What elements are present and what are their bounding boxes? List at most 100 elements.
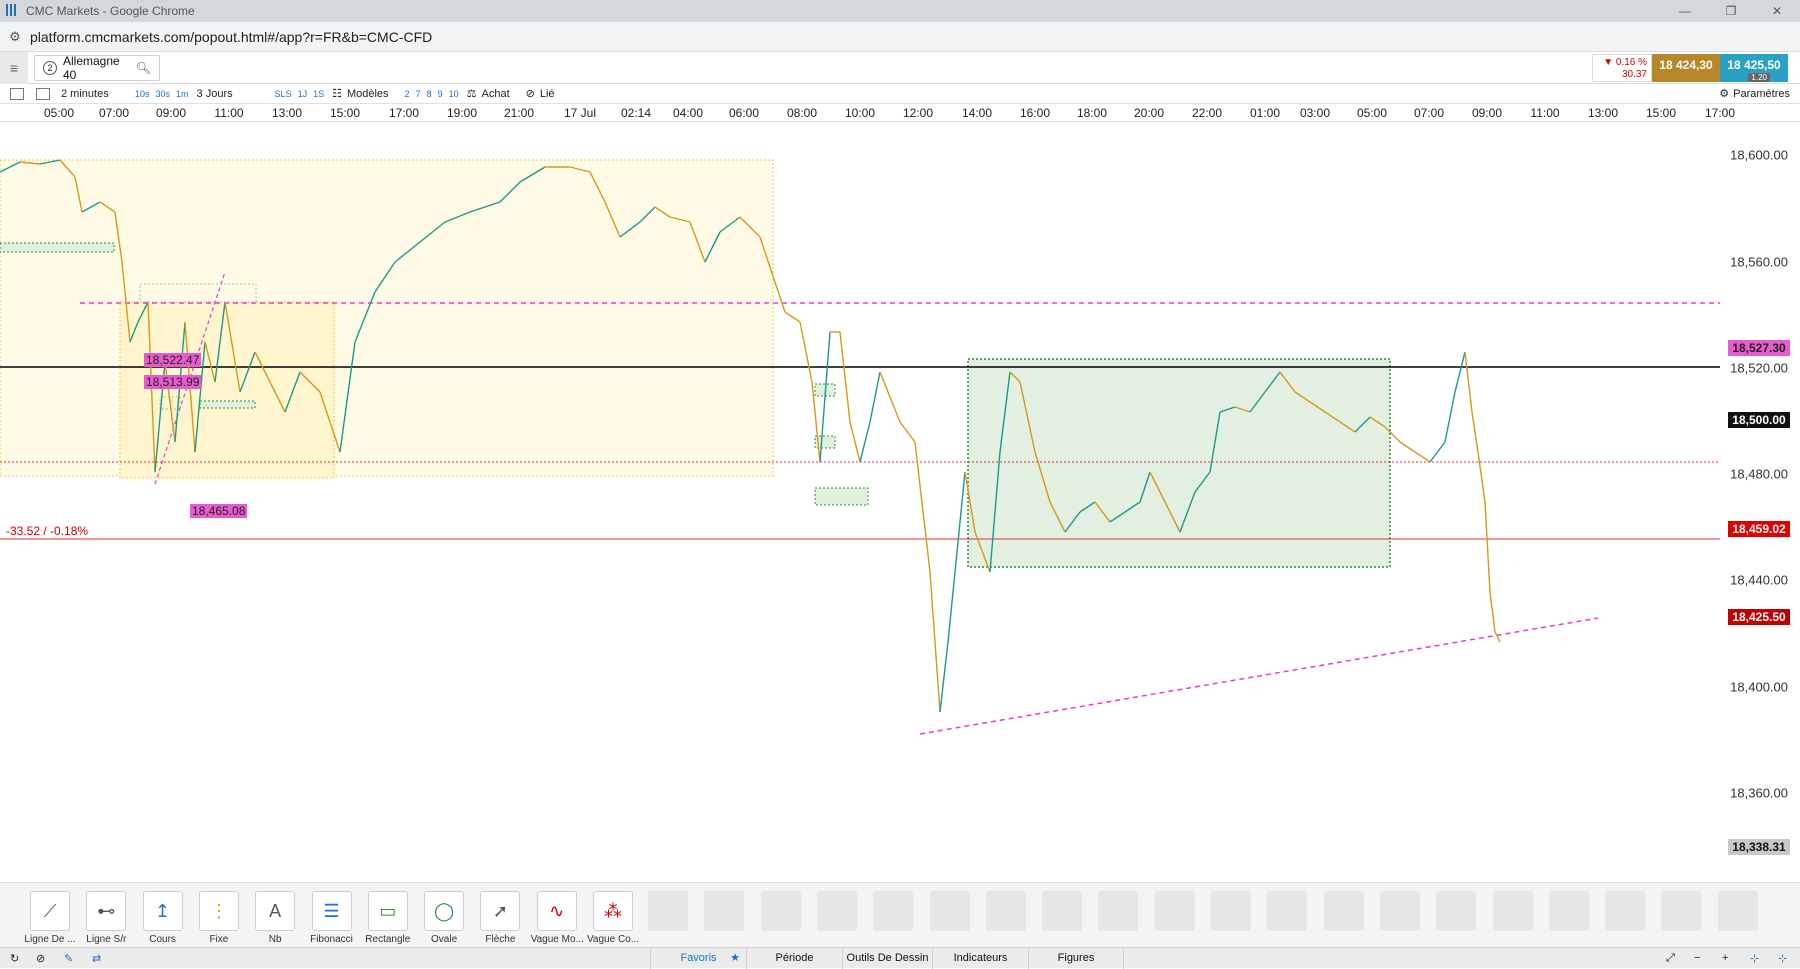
empty-tool-slot[interactable]	[1154, 891, 1195, 931]
yellow-zone-large	[0, 159, 774, 477]
interval-1m[interactable]: 1m	[173, 89, 192, 99]
preset-2[interactable]: 2	[402, 89, 413, 99]
empty-tool-slot[interactable]	[1605, 891, 1646, 931]
close-button[interactable]: ✕	[1754, 0, 1800, 22]
time-tick: 20:00	[1133, 106, 1165, 120]
zoom-out-icon[interactable]: −	[1694, 952, 1700, 964]
empty-tool-slot[interactable]	[929, 891, 970, 931]
empty-tool-slot[interactable]	[1379, 891, 1420, 931]
layout-icon[interactable]	[36, 87, 50, 100]
interval-10s[interactable]: 10s	[132, 89, 153, 99]
tool-label: Fixe	[209, 934, 229, 945]
empty-tool-slot[interactable]	[1098, 891, 1139, 931]
tool-price-tool[interactable]: ↥ Cours	[137, 891, 189, 945]
price-tick: 18,520.00	[1730, 360, 1788, 376]
price-segment	[899, 421, 916, 443]
time-tick: 11:00	[1530, 106, 1560, 120]
tab-indicateurs[interactable]: Indicateurs	[932, 948, 1028, 969]
address-bar: ⚙ platform.cmcmarkets.com/popout.html#/a…	[0, 22, 1800, 52]
refresh-icon[interactable]: ↻	[10, 952, 19, 965]
restore-button[interactable]: ❐	[1708, 0, 1754, 22]
price-label-c: 18,465.08	[190, 504, 248, 518]
empty-tool-slot[interactable]	[1436, 891, 1477, 931]
range-1s[interactable]: 1S	[310, 89, 327, 99]
tool-arrow-tool[interactable]: ➚ Flèche	[474, 891, 526, 945]
zoom-in-icon[interactable]: +	[1722, 952, 1728, 964]
link-icon[interactable]: ⊘	[521, 87, 540, 100]
tool-fibonacci-tool[interactable]: ☰ Fibonacci	[306, 891, 358, 945]
tool-fixed-tool[interactable]: ⋮ Fixe	[193, 891, 245, 945]
interval-select[interactable]: 2 minutes	[56, 88, 132, 100]
price-segment	[1429, 441, 1446, 463]
empty-tool-slot[interactable]	[873, 891, 914, 931]
time-tick: 17 Jul	[563, 106, 597, 120]
empty-tool-slot[interactable]	[1548, 891, 1589, 931]
linked-button[interactable]: Lié	[540, 88, 560, 100]
tool-wave-m-tool[interactable]: ∿ Vague Mo...	[531, 891, 583, 945]
tool-rectangle-tool[interactable]: ▭ Rectangle	[362, 891, 414, 945]
settings-button[interactable]: Paramètres	[1733, 88, 1790, 100]
empty-tool-slot[interactable]	[816, 891, 857, 931]
tool-line-tool[interactable]: ⟋ Ligne De ...	[24, 891, 76, 945]
pencil-icon[interactable]: ✎	[64, 952, 73, 965]
models-icon[interactable]: ☷	[327, 87, 347, 100]
tab-favoris[interactable]: Favoris ★	[650, 948, 746, 969]
tab-figures[interactable]: Figures	[1028, 948, 1124, 969]
tool-text-tool[interactable]: A Nb	[249, 891, 301, 945]
time-tick: 18:00	[1076, 106, 1108, 120]
preset-10[interactable]: 10	[446, 89, 462, 99]
empty-tool-slot[interactable]	[1042, 891, 1083, 931]
menu-icon[interactable]: ≡	[0, 51, 28, 84]
time-tick: 15:00	[329, 106, 361, 120]
models-button[interactable]: Modèles	[347, 88, 394, 100]
block-icon[interactable]: ⊘	[36, 952, 45, 965]
time-tick: 11:00	[214, 106, 244, 120]
search-icon[interactable]: 🔍︎	[136, 61, 151, 75]
empty-tool-slot[interactable]	[1661, 891, 1702, 931]
site-info-icon[interactable]: ⚙	[0, 29, 30, 45]
empty-tool-slot[interactable]	[1267, 891, 1308, 931]
empty-tool-slot[interactable]	[1717, 891, 1758, 931]
empty-tool-slot[interactable]	[1323, 891, 1364, 931]
price-segment	[1399, 441, 1416, 453]
empty-tool-slot[interactable]	[648, 891, 688, 931]
tool-oval-tool[interactable]: ◯ Ovale	[418, 891, 470, 945]
settings-icon[interactable]: ⚙	[1719, 87, 1729, 100]
range-1j[interactable]: 1J	[295, 89, 311, 99]
range-select[interactable]: 3 Jours	[192, 88, 272, 100]
list-icon[interactable]	[10, 87, 24, 100]
tab-outils-de-dessin[interactable]: Outils De Dessin	[842, 948, 932, 969]
tool-sr-line-tool[interactable]: ⊷ Ligne S/r	[80, 891, 132, 945]
empty-tool-slot[interactable]	[760, 891, 801, 931]
tab-periode[interactable]: Période	[746, 948, 842, 969]
sell-price-button[interactable]: 18 424,30	[1652, 54, 1720, 82]
instrument-selector[interactable]: 2 Allemagne 40 🔍︎	[34, 54, 160, 82]
empty-tool-slot[interactable]	[1211, 891, 1251, 931]
buy-chart-icon[interactable]: ⚖	[462, 87, 482, 100]
price-tick: 18,360.00	[1730, 785, 1788, 801]
fit-icon[interactable]: ⤢	[1666, 952, 1675, 965]
url-text[interactable]: platform.cmcmarkets.com/popout.html#/app…	[30, 29, 432, 45]
empty-tool-slot[interactable]	[985, 891, 1026, 931]
price-chart[interactable]: 18,522.47 18,513.99 18,465.08 -33.52 / -…	[0, 122, 1800, 882]
empty-tool-slot[interactable]	[1492, 891, 1533, 931]
buy-button[interactable]: Achat	[482, 88, 515, 100]
tool-wave-c-tool[interactable]: ⁂ Vague Co...	[587, 891, 639, 945]
cmc-app-icon	[6, 4, 20, 18]
time-tick: 07:00	[1413, 106, 1445, 120]
crosshair-lock-icon[interactable]: ⊹	[1778, 952, 1787, 965]
crosshair-icon[interactable]: ⊹	[1750, 952, 1759, 965]
preset-9[interactable]: 9	[435, 89, 446, 99]
time-tick: 09:00	[1471, 106, 1503, 120]
interval-30s[interactable]: 30s	[153, 89, 174, 99]
range-sls[interactable]: SLS	[272, 89, 295, 99]
time-tick: 06:00	[728, 106, 760, 120]
green-range-box	[967, 358, 1391, 568]
preset-8[interactable]: 8	[424, 89, 435, 99]
chart-canvas[interactable]	[0, 122, 1800, 882]
price-tick: 18,400.00	[1730, 679, 1788, 695]
arrows-icon[interactable]: ⇄	[92, 952, 101, 965]
minimize-button[interactable]: —	[1662, 0, 1708, 22]
empty-tool-slot[interactable]	[704, 891, 745, 931]
preset-7[interactable]: 7	[413, 89, 424, 99]
